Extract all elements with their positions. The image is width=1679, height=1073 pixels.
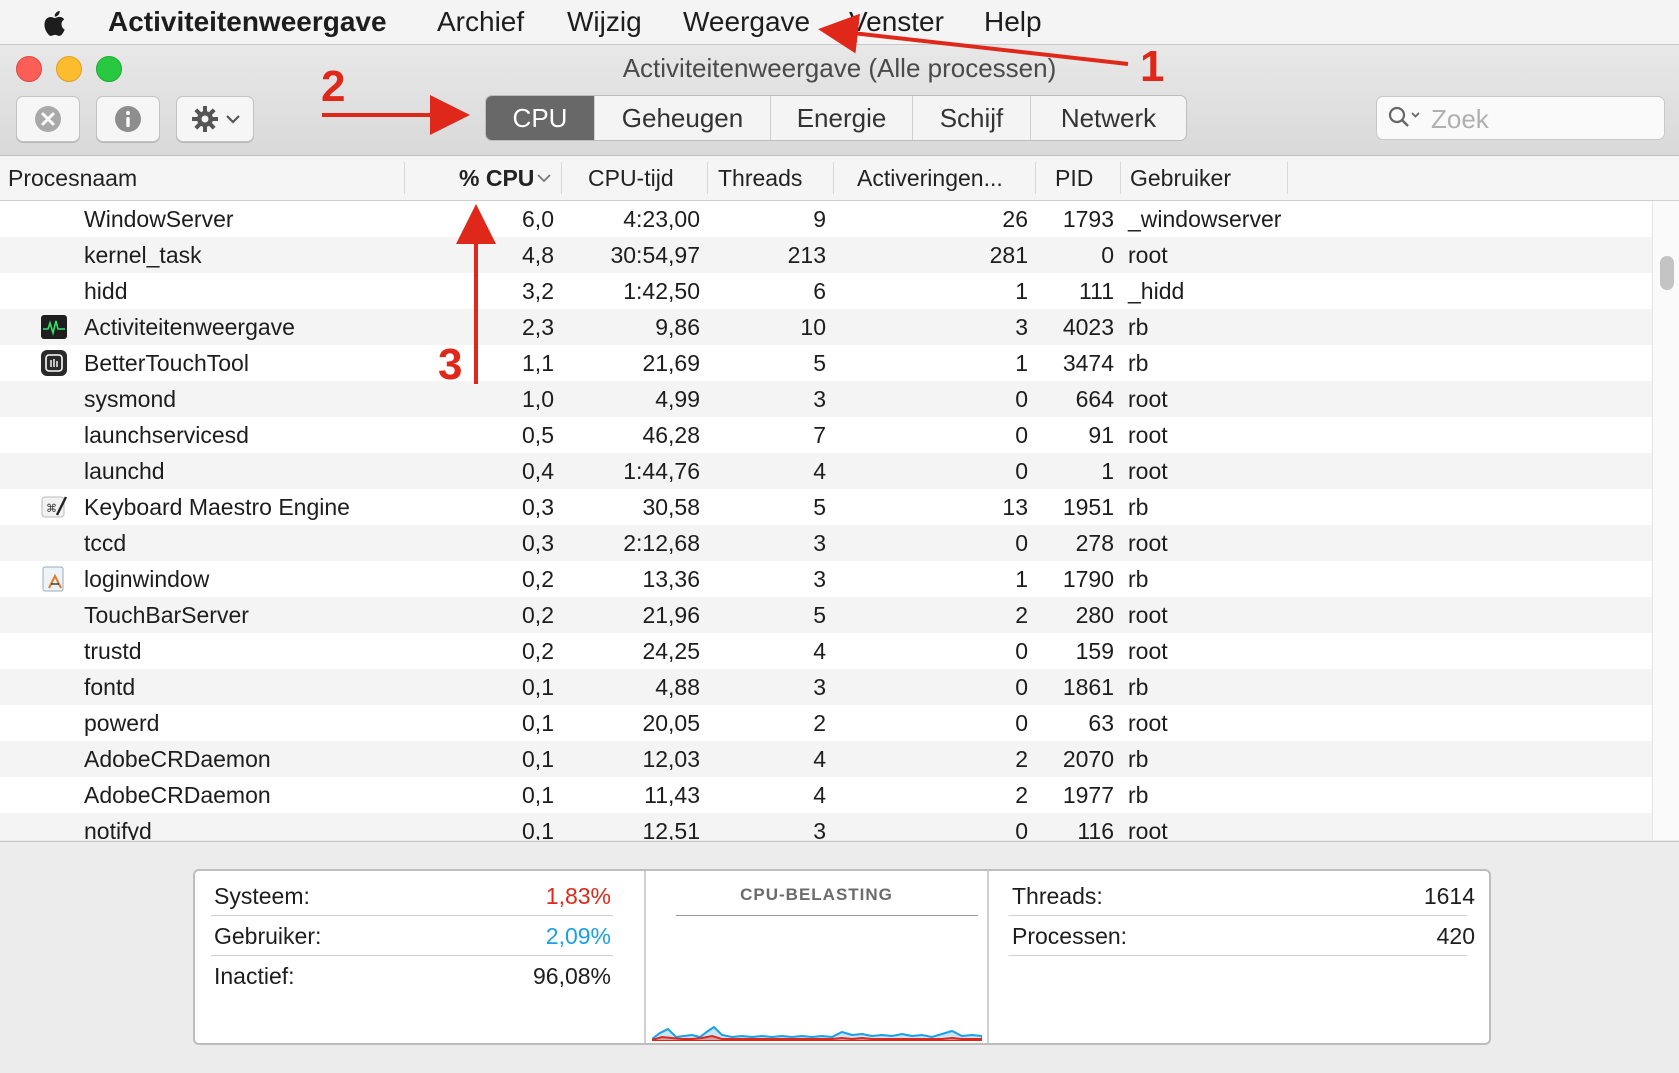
annotation-label-1: 1 bbox=[1140, 42, 1165, 91]
annotation-arrow-1 bbox=[818, 13, 1129, 66]
annotation-overlay bbox=[322, 13, 1129, 384]
annotation-label-3: 3 bbox=[438, 340, 463, 389]
annotation-label-2: 2 bbox=[321, 62, 346, 111]
